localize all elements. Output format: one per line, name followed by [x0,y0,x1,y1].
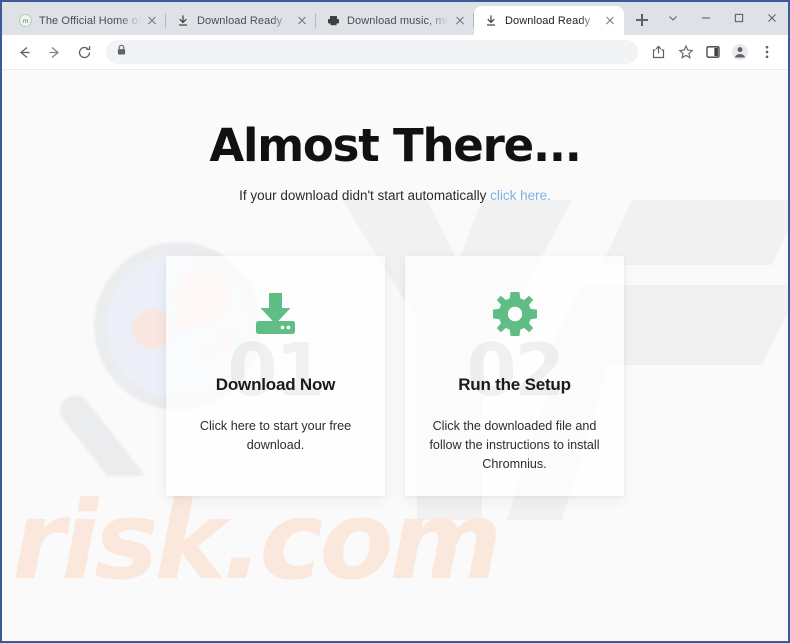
card-step-number: 02 [466,328,564,413]
profile-avatar-icon[interactable] [727,39,753,65]
share-icon[interactable] [646,39,672,65]
new-tab-button[interactable] [628,6,656,34]
gear-icon [405,288,624,340]
maximize-icon[interactable] [722,2,755,33]
browser-tab-2[interactable]: Download Ready [166,6,316,35]
browser-window: m The Official Home of YIFY Download Rea… [0,0,790,643]
browser-tab-3[interactable]: Download music, movies, [316,6,474,35]
reload-icon[interactable] [70,38,98,66]
forward-arrow-icon[interactable] [40,38,68,66]
pcrisk-watermark: risk.com [12,479,502,604]
tab-close-icon[interactable] [602,13,618,29]
back-arrow-icon[interactable] [10,38,38,66]
address-bar[interactable] [106,40,638,64]
browser-tab-1[interactable]: m The Official Home of YIFY [8,6,166,35]
window-controls [656,2,788,33]
download-icon [484,14,498,28]
card-title: Run the Setup [458,375,571,395]
tab-close-icon[interactable] [294,13,310,29]
page-content: Almost There... If your download didn't … [2,70,788,497]
side-panel-icon[interactable] [700,39,726,65]
tab-title: The Official Home of YIFY [39,14,140,27]
card-run-the-setup[interactable]: 02 Run the Setup Click the downloaded fi… [405,256,624,497]
tab-title: Download Ready [505,14,591,27]
card-download-now[interactable]: 01 Download Now Click here to start your… [166,256,385,497]
three-dot-menu-icon[interactable] [754,39,780,65]
star-icon[interactable] [673,39,699,65]
tab-close-icon[interactable] [452,13,468,29]
tab-title: Download Ready [197,14,283,27]
tab-strip: m The Official Home of YIFY Download Rea… [2,2,788,35]
close-icon[interactable] [755,2,788,33]
yify-icon: m [18,14,32,28]
page-title: Almost There... [209,119,581,172]
lock-icon[interactable] [116,43,127,61]
card-step-number: 01 [227,328,325,413]
page-viewport: risk.com Almost There... If your downloa… [2,70,788,641]
download-hint-text: If your download didn't start automatica… [2,188,788,203]
printer-icon [326,14,340,28]
click-here-link[interactable]: click here. [490,188,551,203]
browser-toolbar [2,35,788,70]
download-icon [176,14,190,28]
svg-text:m: m [22,18,28,25]
steps-card-group: 01 Download Now Click here to start your… [2,256,788,497]
card-description: Click the downloaded file and follow the… [429,419,600,471]
download-hint-label: If your download didn't start automatica… [239,188,491,204]
minimize-icon[interactable] [689,2,722,33]
tab-title: Download music, movies, [347,14,448,27]
tab-close-icon[interactable] [144,13,160,29]
card-title: Download Now [215,375,336,395]
card-description: Click here to start your free download. [199,419,352,452]
chevron-down-icon[interactable] [656,2,689,33]
download-tray-icon [166,288,385,340]
browser-tab-4-active[interactable]: Download Ready [474,6,624,35]
